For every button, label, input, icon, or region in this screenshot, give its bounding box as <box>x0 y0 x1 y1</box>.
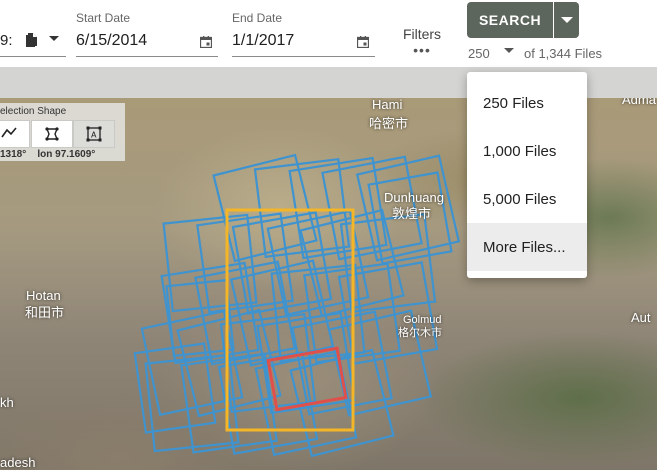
chevron-down-icon <box>49 36 59 41</box>
result-count-menu: 250 Files 1,000 Files 5,000 Files More F… <box>467 72 587 278</box>
menu-item-1000[interactable]: 1,000 Files <box>467 127 587 175</box>
chevron-down-icon[interactable] <box>504 48 514 53</box>
calendar-icon[interactable] <box>199 35 213 53</box>
place-label: 敦煌市 <box>392 206 432 221</box>
place-label: adesh <box>0 455 36 470</box>
place-label: Hami <box>372 98 403 112</box>
place-label: Adma <box>622 98 656 107</box>
filters-button[interactable]: Filters ••• <box>400 26 444 58</box>
menu-item-more-files[interactable]: More Files... <box>467 223 587 271</box>
start-date-field[interactable]: Start Date 6/15/2014 <box>76 8 218 57</box>
dataset-value: 9: <box>0 32 13 49</box>
polyline-icon <box>1 127 17 138</box>
cursor-coordinates: 1318° lon 97.1609° <box>0 149 95 160</box>
search-options-button[interactable] <box>554 2 579 38</box>
start-date-input[interactable]: 6/15/2014 <box>76 32 147 50</box>
search-button[interactable]: SEARCH <box>467 2 553 38</box>
filters-label: Filters <box>402 26 442 42</box>
search-toolbar: 9: Start Date 6/15/2014 End Date 1/1/201… <box>0 0 657 67</box>
file-icon <box>26 32 38 52</box>
end-date-field[interactable]: End Date 1/1/2017 <box>232 8 375 57</box>
place-label: Aut <box>631 310 651 325</box>
total-files-text: of 1,344 Files <box>524 46 603 61</box>
lat-value: 1318° <box>0 149 27 160</box>
more-dots-icon: ••• <box>413 42 431 58</box>
dataset-select[interactable]: 9: <box>0 24 66 57</box>
place-label: 和田市 <box>25 305 65 320</box>
lon-label: lon <box>37 149 53 160</box>
bounding-box-icon: A <box>86 126 102 142</box>
place-label: 哈密市 <box>369 116 409 131</box>
place-label: Hotan <box>26 288 61 303</box>
chevron-down-icon <box>561 17 573 23</box>
menu-item-250[interactable]: 250 Files <box>467 79 587 127</box>
svg-text:A: A <box>91 131 97 140</box>
menu-item-5000[interactable]: 5,000 Files <box>467 175 587 223</box>
result-count-select[interactable]: 250 <box>468 46 490 61</box>
place-label: kh <box>0 395 14 410</box>
place-label: 格尔木市 <box>398 327 442 339</box>
end-date-input[interactable]: 1/1/2017 <box>232 32 294 50</box>
line-tool-button[interactable] <box>0 120 30 148</box>
end-date-label: End Date <box>232 11 283 25</box>
box-tool-button[interactable]: A <box>73 120 115 148</box>
start-date-label: Start Date <box>76 11 131 25</box>
polygon-icon <box>45 127 59 141</box>
place-label: Dunhuang <box>384 190 444 205</box>
calendar-icon[interactable] <box>356 35 370 53</box>
selection-shape-panel: election Shape A 1318° lon 97.1609° <box>0 103 125 161</box>
polygon-tool-button[interactable] <box>31 120 73 148</box>
selection-shape-title: election Shape <box>0 106 67 117</box>
lon-value: 97.1609° <box>55 149 96 160</box>
